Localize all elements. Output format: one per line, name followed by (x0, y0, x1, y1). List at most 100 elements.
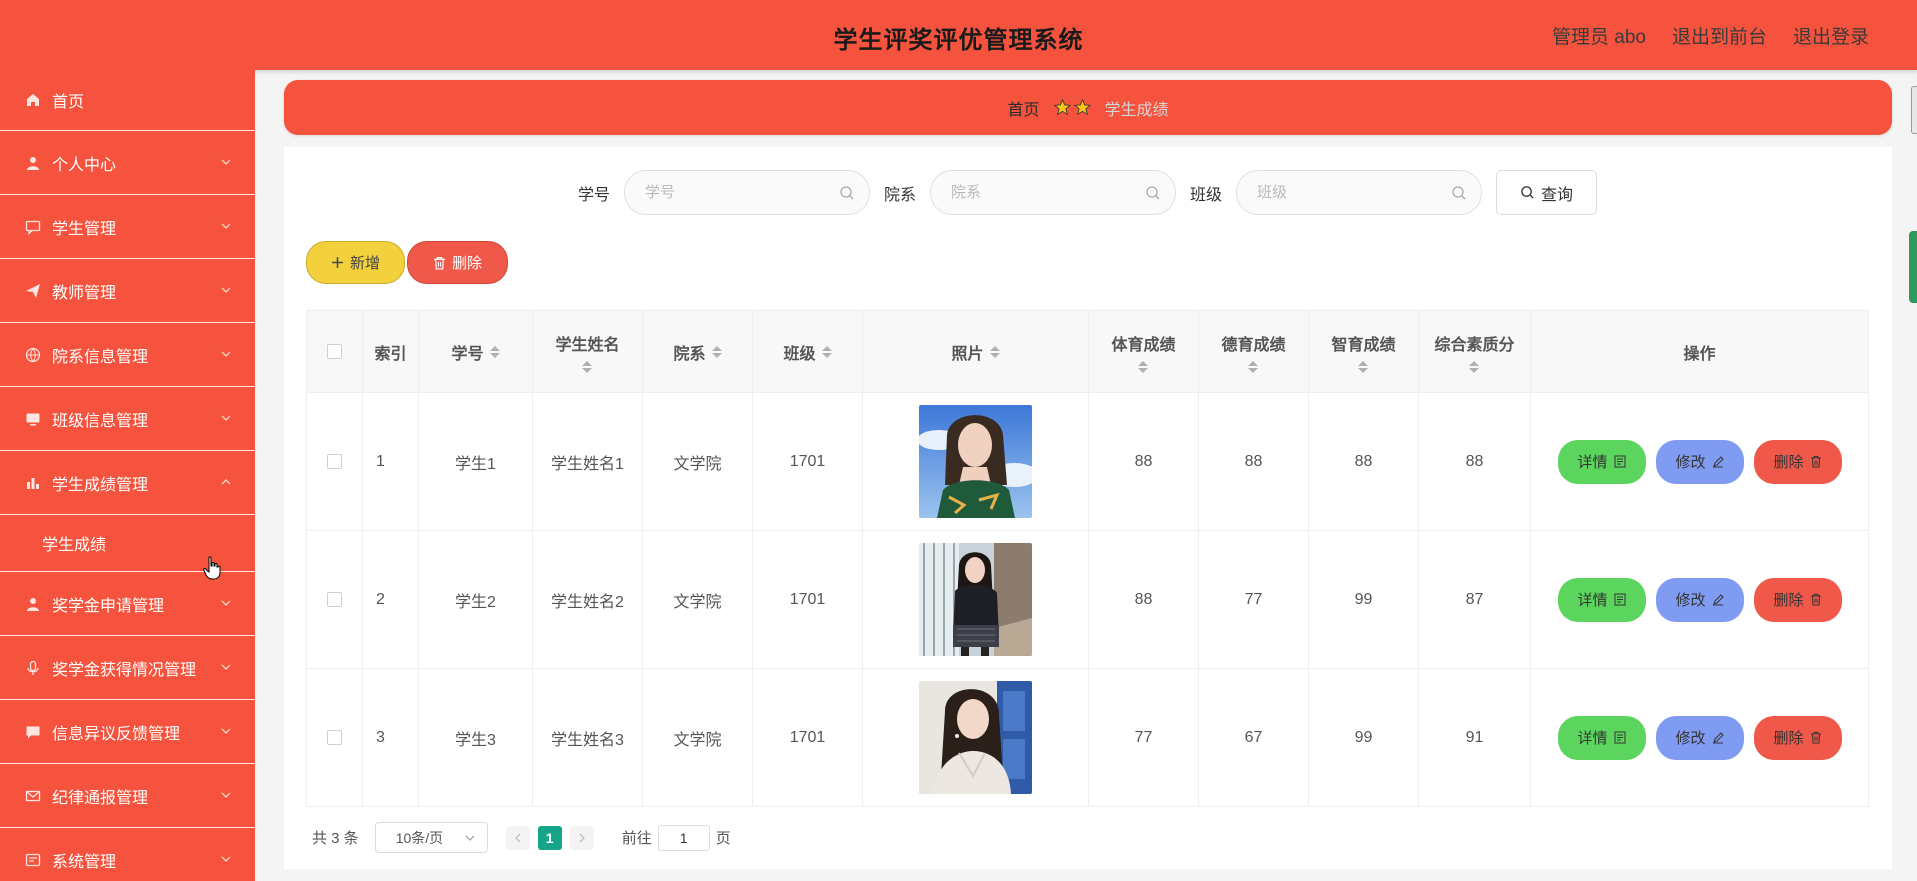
side-drawer-handle[interactable] (1911, 86, 1917, 134)
select-all-checkbox[interactable] (327, 344, 342, 359)
search-icon (1146, 186, 1160, 200)
table-row: 2 学生2 学生姓名2 文学院 1701 88 77 99 87 详情 修改 删… (307, 531, 1868, 669)
logout-link[interactable]: 退出登录 (1793, 22, 1869, 49)
sidebar-item-system-management[interactable]: 系统管理 (0, 828, 255, 881)
student-id-cell: 学生3 (419, 669, 533, 806)
department-cell: 文学院 (643, 669, 753, 806)
header-intellect-score[interactable]: 智育成绩 (1309, 311, 1419, 392)
header-photo[interactable]: 照片 (863, 311, 1089, 392)
detail-button[interactable]: 详情 (1557, 439, 1646, 484)
search-icon (1521, 186, 1534, 199)
sidebar-item-scholarship-awards[interactable]: 奖学金获得情况管理 (0, 636, 255, 700)
next-page-button[interactable] (569, 825, 594, 850)
chevron-down-icon (221, 600, 231, 606)
sort-icon[interactable] (711, 345, 722, 358)
sidebar-item-department-management[interactable]: 院系信息管理 (0, 323, 255, 387)
sidebar-item-student-management[interactable]: 学生管理 (0, 195, 255, 259)
header-class[interactable]: 班级 (753, 311, 863, 392)
detail-button[interactable]: 详情 (1557, 715, 1646, 760)
sidebar-item-label: 个人中心 (52, 156, 117, 174)
detail-button[interactable]: 详情 (1557, 577, 1646, 622)
sort-icon[interactable] (489, 345, 500, 358)
sidebar-item-feedback-management[interactable]: 信息异议反馈管理 (0, 700, 255, 764)
sidebar-item-teacher-management[interactable]: 教师管理 (0, 259, 255, 323)
header-class-label: 班级 (783, 345, 816, 363)
pe-score-cell: 88 (1089, 393, 1199, 530)
operation-cell: 详情 修改 删除 (1531, 531, 1868, 668)
row-checkbox[interactable] (327, 730, 342, 745)
student-photo[interactable] (919, 681, 1032, 794)
mouse-pointer-icon (203, 556, 221, 580)
sidebar-item-label: 学生管理 (52, 220, 117, 238)
class-input[interactable] (1237, 171, 1482, 214)
chevron-down-icon (221, 159, 231, 165)
student-id-field (624, 170, 871, 215)
student-name-cell: 学生姓名3 (533, 669, 643, 806)
chevron-down-icon (465, 835, 475, 841)
student-photo[interactable] (919, 405, 1032, 518)
sort-icon[interactable] (1248, 360, 1259, 373)
header-intellect-score-label: 智育成绩 (1331, 336, 1396, 354)
table-row: 3 学生3 学生姓名3 文学院 1701 77 67 99 91 详情 修改 删… (307, 669, 1868, 807)
edit-button[interactable]: 修改 (1655, 577, 1744, 622)
moral-score-cell: 67 (1199, 669, 1309, 806)
sidebar-item-score-management[interactable]: 学生成绩管理 (0, 451, 255, 515)
photo-cell (863, 393, 1089, 530)
overall-score-cell: 91 (1419, 669, 1531, 806)
department-input[interactable] (931, 171, 1176, 214)
header-moral-score[interactable]: 德育成绩 (1199, 311, 1309, 392)
delete-button[interactable]: 删除 (1753, 715, 1842, 760)
header-student-id[interactable]: 学号 (419, 311, 533, 392)
edit-button[interactable]: 修改 (1655, 715, 1744, 760)
edit-button[interactable]: 修改 (1655, 439, 1744, 484)
trash-icon (1810, 732, 1821, 744)
header-links: 管理员 abo 退出到前台 退出登录 (1552, 22, 1869, 49)
detail-button-label: 详情 (1577, 454, 1608, 471)
breadcrumb-home[interactable]: 首页 (1007, 96, 1039, 120)
sidebar-item-class-management[interactable]: 班级信息管理 (0, 387, 255, 451)
prev-page-button[interactable] (505, 825, 530, 850)
scrollbar-thumb[interactable] (1909, 231, 1917, 303)
sidebar-item-home[interactable]: 首页 (0, 70, 255, 131)
pe-score-cell: 77 (1089, 669, 1199, 806)
chevron-down-icon (221, 415, 231, 421)
add-button[interactable]: 新增 (306, 241, 405, 284)
sort-icon[interactable] (1138, 360, 1149, 373)
page-number-button[interactable]: 1 (537, 825, 562, 850)
sidebar-item-scholarship-application[interactable]: 奖学金申请管理 (0, 572, 255, 636)
query-button[interactable]: 查询 (1496, 170, 1598, 215)
sort-icon[interactable] (1358, 360, 1369, 373)
chevron-left-icon (514, 833, 521, 842)
page-size-select[interactable]: 10条/页 (374, 822, 488, 853)
class-field (1236, 170, 1483, 215)
header-student-name[interactable]: 学生姓名 (533, 311, 643, 392)
class-cell: 1701 (753, 669, 863, 806)
pencil-icon (1712, 732, 1724, 744)
header-department[interactable]: 院系 (643, 311, 753, 392)
header-overall-score[interactable]: 综合素质分 (1419, 311, 1531, 392)
student-photo[interactable] (919, 543, 1032, 656)
sidebar-item-personal-center[interactable]: 个人中心 (0, 131, 255, 195)
delete-button[interactable]: 删除 (1753, 439, 1842, 484)
row-checkbox[interactable] (327, 454, 342, 469)
table-row: 1 学生1 学生姓名1 文学院 1701 88 88 88 88 详情 修改 删… (307, 393, 1868, 531)
sort-icon[interactable] (582, 360, 593, 373)
department-field (930, 170, 1177, 215)
back-to-front-link[interactable]: 退出到前台 (1672, 22, 1767, 49)
row-checkbox[interactable] (327, 592, 342, 607)
batch-delete-button[interactable]: 删除 (407, 241, 508, 284)
operation-cell: 详情 修改 删除 (1531, 669, 1868, 806)
admin-user-label[interactable]: 管理员 abo (1552, 22, 1646, 49)
student-id-input[interactable] (625, 171, 870, 214)
sort-icon[interactable] (821, 345, 832, 358)
delete-button[interactable]: 删除 (1753, 577, 1842, 622)
sort-icon[interactable] (1469, 360, 1480, 373)
detail-button-label: 详情 (1577, 730, 1608, 747)
sidebar-item-discipline-notice[interactable]: 纪律通报管理 (0, 764, 255, 828)
sort-icon[interactable] (989, 345, 1000, 358)
goto-page-input[interactable] (657, 824, 710, 851)
header-index-label: 索引 (374, 345, 407, 363)
sidebar: 首页 个人中心 学生管理 教师管理 院系信息管理 班级信息管理 学生成绩管理 学… (0, 70, 255, 881)
header-pe-score[interactable]: 体育成绩 (1089, 311, 1199, 392)
plus-icon (332, 257, 343, 268)
